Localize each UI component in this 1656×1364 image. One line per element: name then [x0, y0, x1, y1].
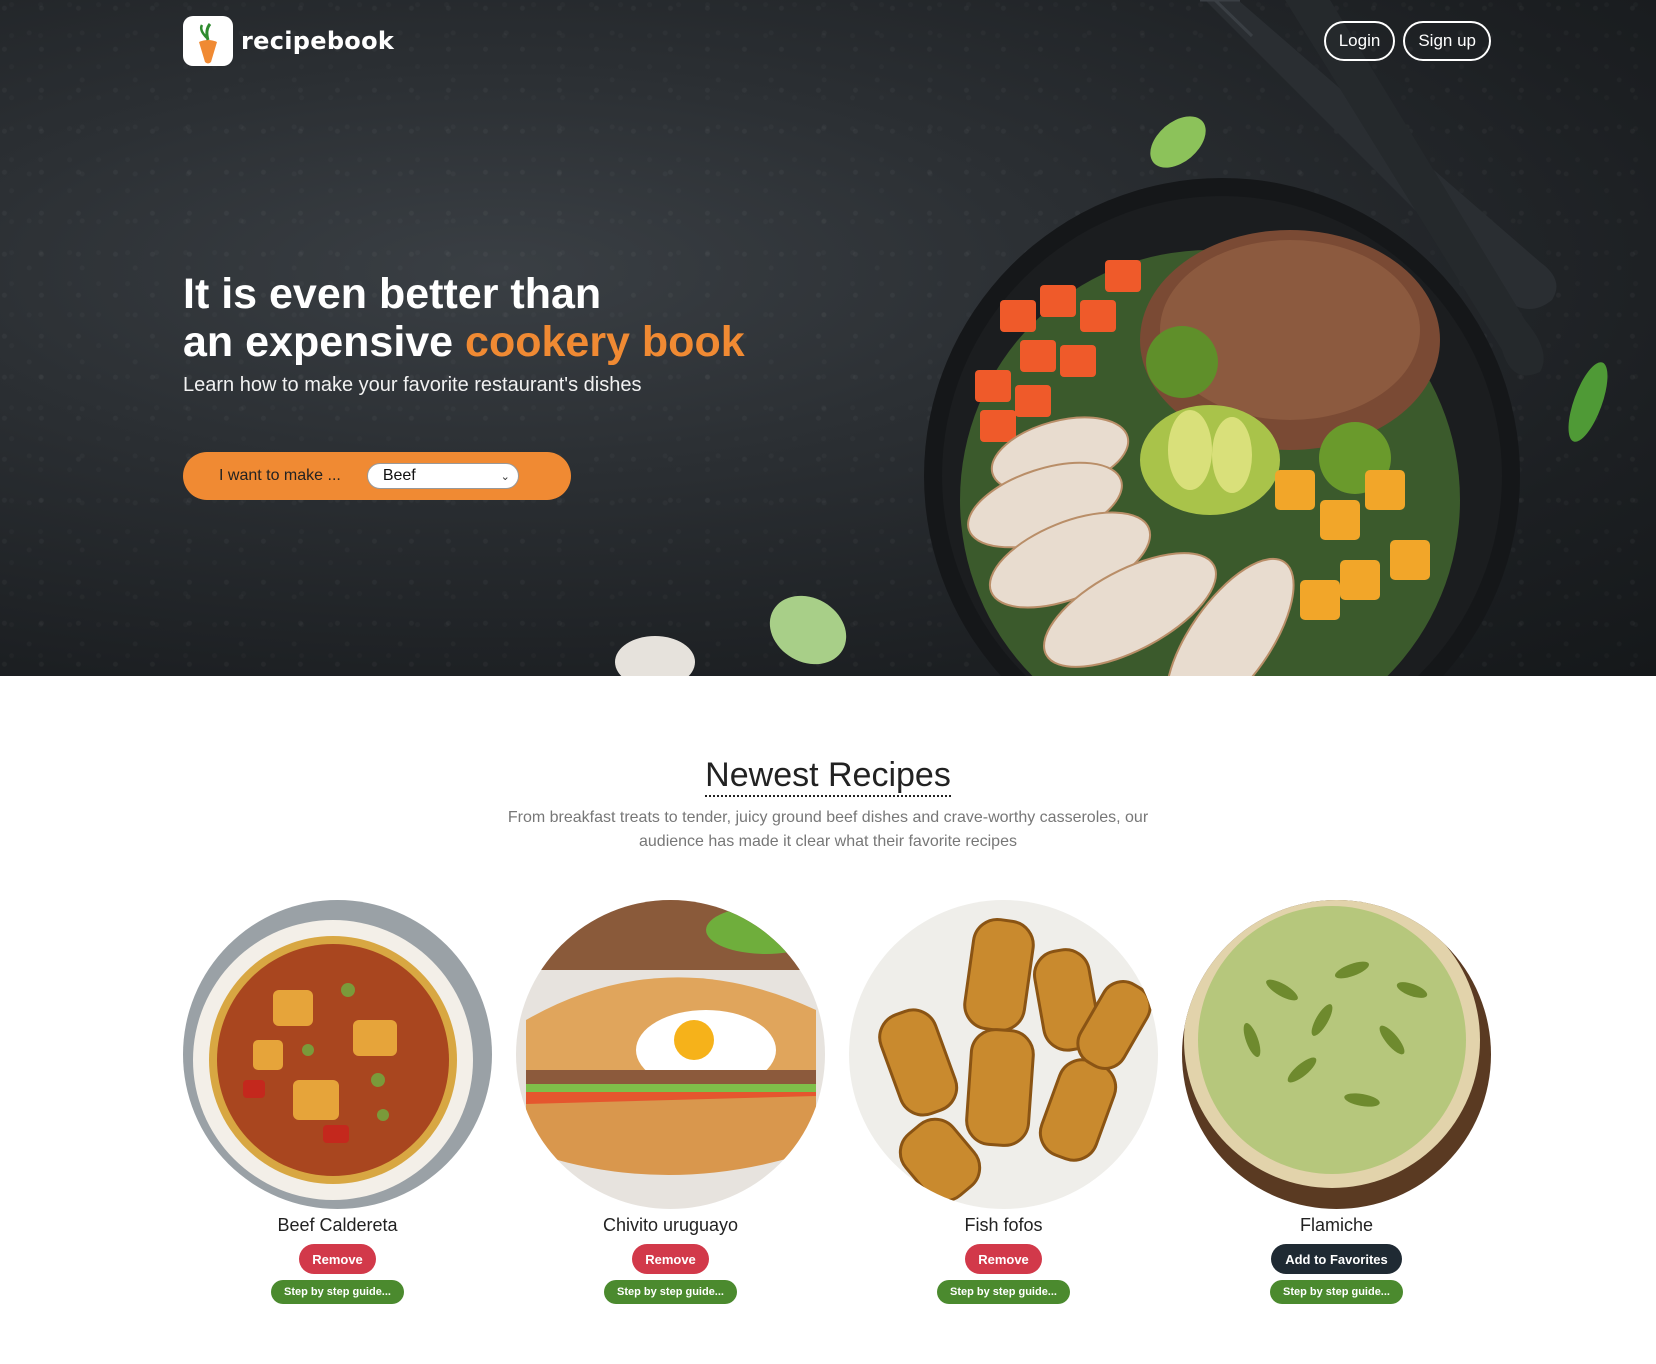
hero-title-accent: cookery book: [465, 318, 745, 366]
hero-text: It is even better than an expensive cook…: [183, 270, 745, 397]
add-to-favorites-button[interactable]: Add to Favorites: [1271, 1244, 1402, 1274]
recipe-card: Fish fofos Remove Step by step guide...: [849, 900, 1158, 1304]
remove-button[interactable]: Remove: [965, 1244, 1042, 1274]
step-guide-button[interactable]: Step by step guide...: [604, 1280, 737, 1304]
make-selector-bar: I want to make ... Beef ⌄: [183, 452, 571, 500]
brand-name: recipebook: [241, 27, 395, 55]
section-title: Newest Recipes: [0, 756, 1656, 797]
step-guide-button[interactable]: Step by step guide...: [937, 1280, 1070, 1304]
remove-button[interactable]: Remove: [632, 1244, 709, 1274]
recipe-image[interactable]: [1182, 900, 1491, 1209]
dish-type-value: Beef: [382, 467, 416, 484]
make-label: I want to make ...: [219, 467, 341, 484]
hero-title-line2: an expensive cookery book: [183, 318, 745, 366]
chevron-down-icon: ⌄: [500, 470, 510, 483]
recipe-name: Flamiche: [1299, 1215, 1374, 1235]
recipe-cards: Beef Caldereta Remove Step by step guide…: [183, 900, 1491, 1304]
hero-title-line1: It is even better than: [183, 270, 602, 318]
newest-recipes-title: Newest Recipes: [705, 756, 951, 797]
recipe-image[interactable]: [516, 900, 825, 1209]
brand[interactable]: recipebook: [183, 16, 394, 66]
login-button[interactable]: Login: [1323, 21, 1396, 61]
step-guide-button[interactable]: Step by step guide...: [1270, 1280, 1403, 1304]
remove-button[interactable]: Remove: [299, 1244, 376, 1274]
recipe-name: Fish fofos: [964, 1215, 1043, 1235]
hero-banner: recipebook Login Sign up It is even bett…: [0, 0, 1656, 676]
recipe-card: Beef Caldereta Remove Step by step guide…: [183, 900, 492, 1304]
step-guide-button[interactable]: Step by step guide...: [271, 1280, 404, 1304]
recipe-card: Chivito uruguayo Remove Step by step gui…: [516, 900, 825, 1304]
hero-subtitle: Learn how to make your favorite restaura…: [183, 374, 642, 396]
recipe-card: Flamiche Add to Favorites Step by step g…: [1182, 900, 1491, 1304]
recipe-name: Beef Caldereta: [277, 1215, 398, 1235]
recipe-image[interactable]: [849, 900, 1158, 1209]
carrot-logo-icon: [183, 16, 233, 66]
site-header: recipebook Login Sign up: [183, 14, 1491, 68]
hero-title-prefix: an expensive: [183, 318, 466, 366]
auth-actions: Login Sign up: [1323, 21, 1491, 61]
section-description: From breakfast treats to tender, juicy g…: [507, 809, 1149, 850]
recipe-image[interactable]: [183, 900, 492, 1209]
signup-button[interactable]: Sign up: [1403, 21, 1491, 61]
hero-title: It is even better than an expensive cook…: [183, 270, 745, 366]
recipe-name: Chivito uruguayo: [602, 1215, 739, 1235]
dish-type-select[interactable]: Beef ⌄: [366, 463, 519, 489]
